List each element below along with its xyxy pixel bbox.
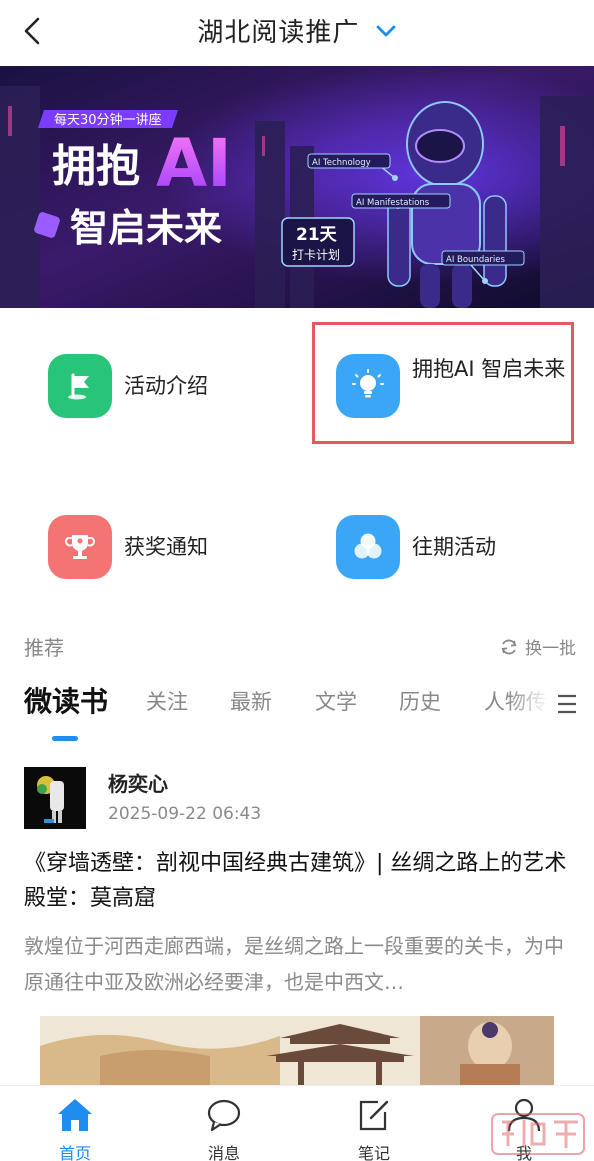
nav-label: 笔记 <box>357 1144 390 1161</box>
entry-award-notice[interactable]: 获奖通知 <box>48 515 208 579</box>
message-icon <box>207 1099 241 1132</box>
entry-label: 获奖通知 <box>124 535 208 559</box>
nav-messages[interactable]: 消息 <box>184 1096 264 1161</box>
banner-tag-1: AI Technology <box>312 158 371 168</box>
tab-fade <box>508 680 548 726</box>
banner-headline-2: 智启未来 <box>70 206 222 250</box>
author-name[interactable]: 杨奕心 <box>108 768 168 797</box>
tab-history[interactable]: 历史 <box>399 686 441 716</box>
circles-icon <box>336 515 400 579</box>
watermark-logo <box>491 1113 585 1155</box>
activity-banner[interactable]: AI Technology AI Manifestations AI Bound… <box>0 66 594 308</box>
highlight-box <box>312 322 574 444</box>
banner-tag-3: AI Boundaries <box>446 255 506 265</box>
menu-icon[interactable] <box>556 692 578 716</box>
entry-activity-intro[interactable]: 活动介绍 <box>48 354 208 418</box>
avatar[interactable] <box>24 767 86 829</box>
refresh-button[interactable]: 换一批 <box>499 634 576 659</box>
refresh-icon <box>501 639 517 654</box>
post-time: 2025-09-22 06:43 <box>108 804 262 824</box>
nav-home[interactable]: 首页 <box>35 1096 115 1161</box>
top-bar: 湖北阅读推广 <box>0 0 594 66</box>
article-summary[interactable]: 敦煌位于河西走廊西端，是丝绸之路上一段重要的关卡，为中原通往中亚及欧洲必经要津，… <box>24 928 570 1000</box>
tab-weidushu[interactable]: 微读书 <box>24 680 108 720</box>
nav-label: 首页 <box>58 1144 91 1161</box>
tab-literature[interactable]: 文学 <box>315 686 357 716</box>
refresh-label: 换一批 <box>525 639 576 659</box>
chevron-down-icon[interactable] <box>375 23 397 39</box>
category-tabs: 微读书 关注 最新 文学 历史 人物传 <box>0 680 594 728</box>
home-icon <box>58 1099 92 1131</box>
banner-checkin-days: 21天 <box>296 225 338 245</box>
banner-tag-2: AI Manifestations <box>356 198 430 208</box>
nav-notes[interactable]: 笔记 <box>334 1096 414 1161</box>
article-title[interactable]: 《穿墙透壁：剖视中国经典古建筑》| 丝绸之路上的艺术殿堂：莫高窟 <box>24 846 570 916</box>
banner-top-tag: 每天30分钟一讲座 <box>54 112 162 128</box>
article-image[interactable] <box>40 1016 554 1086</box>
tab-latest[interactable]: 最新 <box>230 686 272 716</box>
banner-headline-ai: AI <box>156 125 232 202</box>
flag-icon <box>48 354 112 418</box>
trophy-icon <box>48 515 112 579</box>
tab-follow[interactable]: 关注 <box>146 686 188 716</box>
page-title-text: 湖北阅读推广 <box>197 18 360 48</box>
page-title[interactable]: 湖北阅读推广 <box>0 12 594 49</box>
recommend-title: 推荐 <box>24 636 64 660</box>
banner-headline-1: 拥抱 <box>52 141 140 192</box>
entry-past-activities[interactable]: 往期活动 <box>336 515 496 579</box>
note-icon <box>359 1100 389 1131</box>
active-tab-indicator <box>52 736 78 741</box>
banner-checkin-label: 打卡计划 <box>292 248 340 262</box>
entry-label: 活动介绍 <box>124 374 208 398</box>
nav-label: 消息 <box>207 1144 240 1161</box>
entry-label: 往期活动 <box>412 535 496 559</box>
